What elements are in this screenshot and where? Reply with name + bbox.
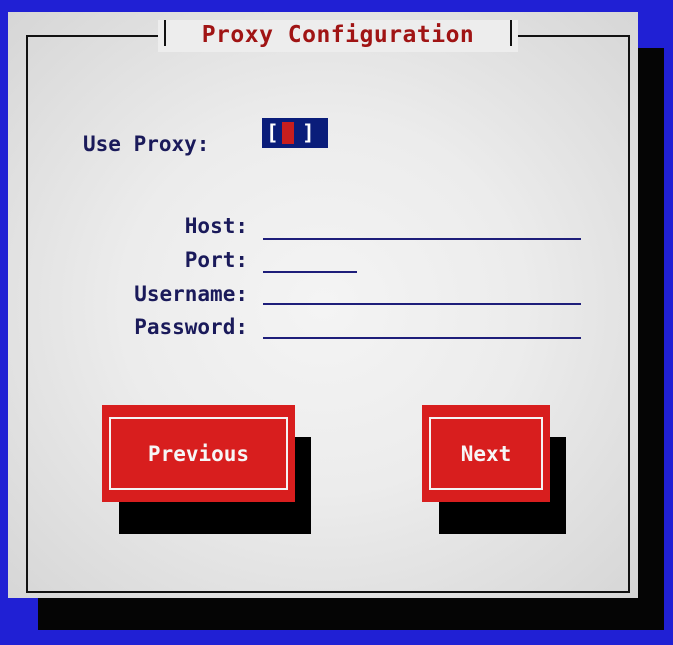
username-label: Username:	[134, 282, 248, 306]
port-label: Port:	[184, 248, 248, 272]
host-label: Host:	[184, 214, 248, 238]
password-label: Password:	[134, 315, 248, 339]
previous-button-label: Previous	[147, 441, 250, 466]
checkbox-bracket-open: [	[266, 121, 279, 145]
checkbox-bracket-close: ]	[302, 121, 315, 145]
next-button-label: Next	[460, 441, 512, 466]
terminal-screen: Proxy Configuration Use Proxy: [ ] Host:…	[0, 0, 673, 645]
dialog-title: Proxy Configuration	[201, 22, 475, 48]
next-button[interactable]: Next	[422, 405, 550, 502]
username-input[interactable]	[263, 303, 581, 305]
title-divider-right	[510, 20, 512, 46]
use-proxy-checkbox[interactable]: [ ]	[262, 118, 328, 148]
title-divider-left	[164, 20, 166, 46]
previous-button[interactable]: Previous	[102, 405, 295, 502]
checkbox-checked-mark	[282, 122, 294, 144]
password-input[interactable]	[263, 337, 581, 339]
host-input[interactable]	[263, 238, 581, 240]
use-proxy-label: Use Proxy:	[83, 132, 210, 156]
dialog-title-box: Proxy Configuration	[158, 20, 518, 52]
port-input[interactable]	[263, 271, 357, 273]
proxy-dialog: Proxy Configuration Use Proxy: [ ] Host:…	[8, 12, 638, 598]
